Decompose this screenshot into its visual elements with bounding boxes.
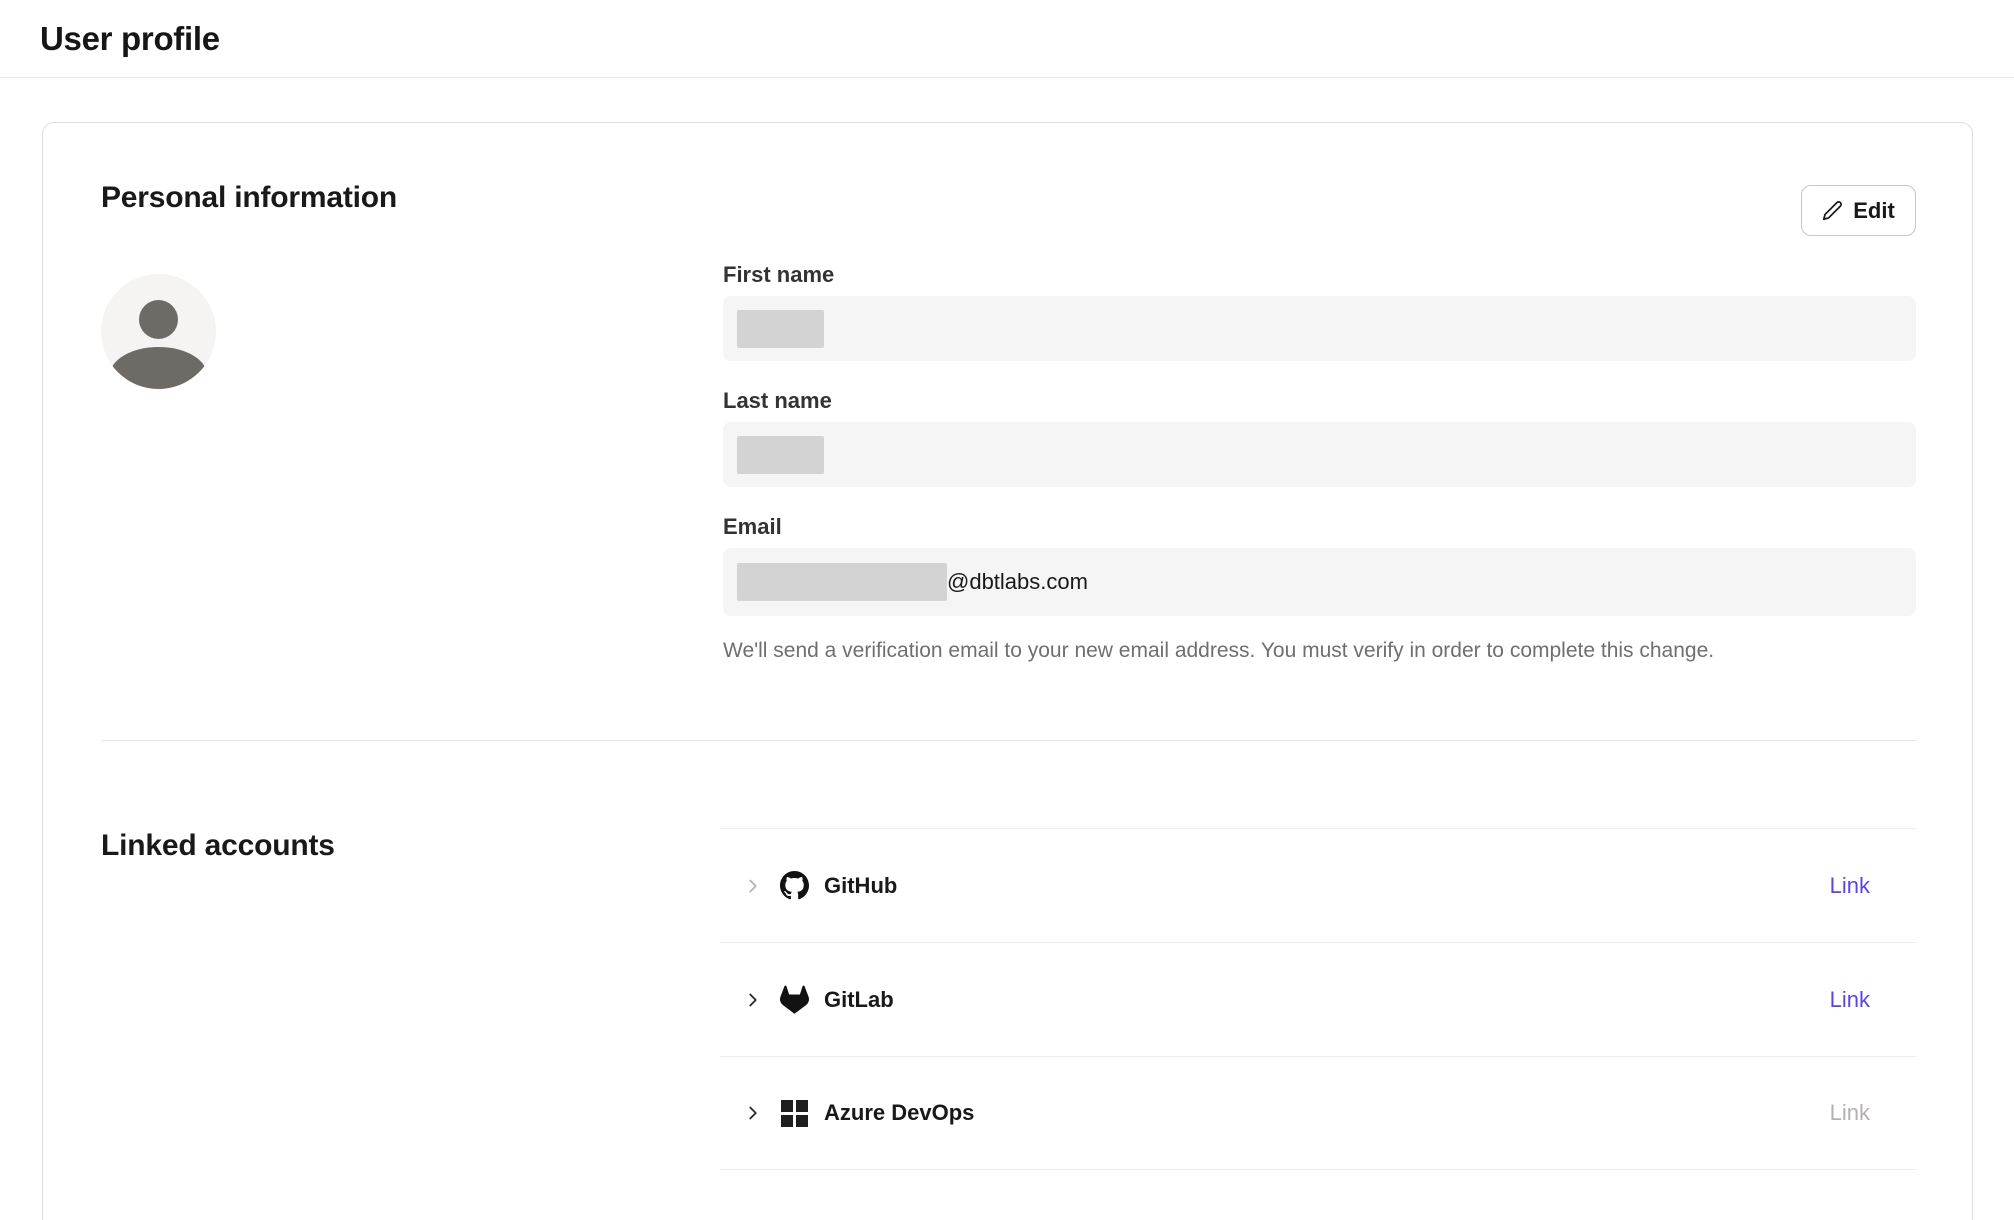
profile-card: Personal information Edit First name Las…: [42, 122, 1973, 1220]
redacted-value: [737, 436, 824, 474]
page-header: User profile: [0, 0, 2014, 78]
linked-account-row-github: GitHub Link: [720, 828, 1916, 942]
chevron-right-icon[interactable]: [742, 875, 764, 897]
gitlab-link-action[interactable]: Link: [1830, 987, 1916, 1013]
pencil-icon: [1822, 200, 1843, 221]
personal-information-heading: Personal information: [101, 181, 397, 215]
edit-button-label: Edit: [1853, 198, 1895, 224]
last-name-input: [723, 422, 1916, 487]
linked-account-row-azure-devops: Azure DevOps Link: [720, 1056, 1916, 1170]
first-name-input: [723, 296, 1916, 361]
chevron-right-icon[interactable]: [742, 989, 764, 1011]
account-name: Azure DevOps: [824, 1100, 974, 1126]
section-divider: [101, 740, 1916, 741]
page-title: User profile: [40, 20, 220, 58]
azure-devops-icon: [780, 1099, 809, 1128]
user-profile-page: User profile Personal information Edit F…: [0, 0, 2014, 1220]
github-link-action[interactable]: Link: [1830, 873, 1916, 899]
email-input: @dbtlabs.com: [723, 548, 1916, 616]
email-domain-text: @dbtlabs.com: [947, 569, 1088, 595]
edit-button[interactable]: Edit: [1801, 185, 1916, 236]
redacted-value: [737, 310, 824, 348]
first-name-label: First name: [723, 262, 834, 288]
email-label: Email: [723, 514, 782, 540]
email-help-text: We'll send a verification email to your …: [723, 639, 1714, 663]
account-name: GitHub: [824, 873, 897, 899]
linked-accounts-heading: Linked accounts: [101, 829, 335, 863]
account-name: GitLab: [824, 987, 894, 1013]
linked-account-row-gitlab: GitLab Link: [720, 942, 1916, 1056]
chevron-right-icon[interactable]: [742, 1102, 764, 1124]
last-name-label: Last name: [723, 388, 832, 414]
linked-accounts-list: GitHub Link GitLab Link: [720, 828, 1916, 1170]
github-icon: [780, 871, 809, 900]
gitlab-icon: [780, 985, 809, 1014]
redacted-value: [737, 563, 947, 601]
person-silhouette-icon: [139, 300, 178, 339]
azure-devops-link-action-disabled: Link: [1830, 1100, 1916, 1126]
avatar: [101, 274, 216, 389]
